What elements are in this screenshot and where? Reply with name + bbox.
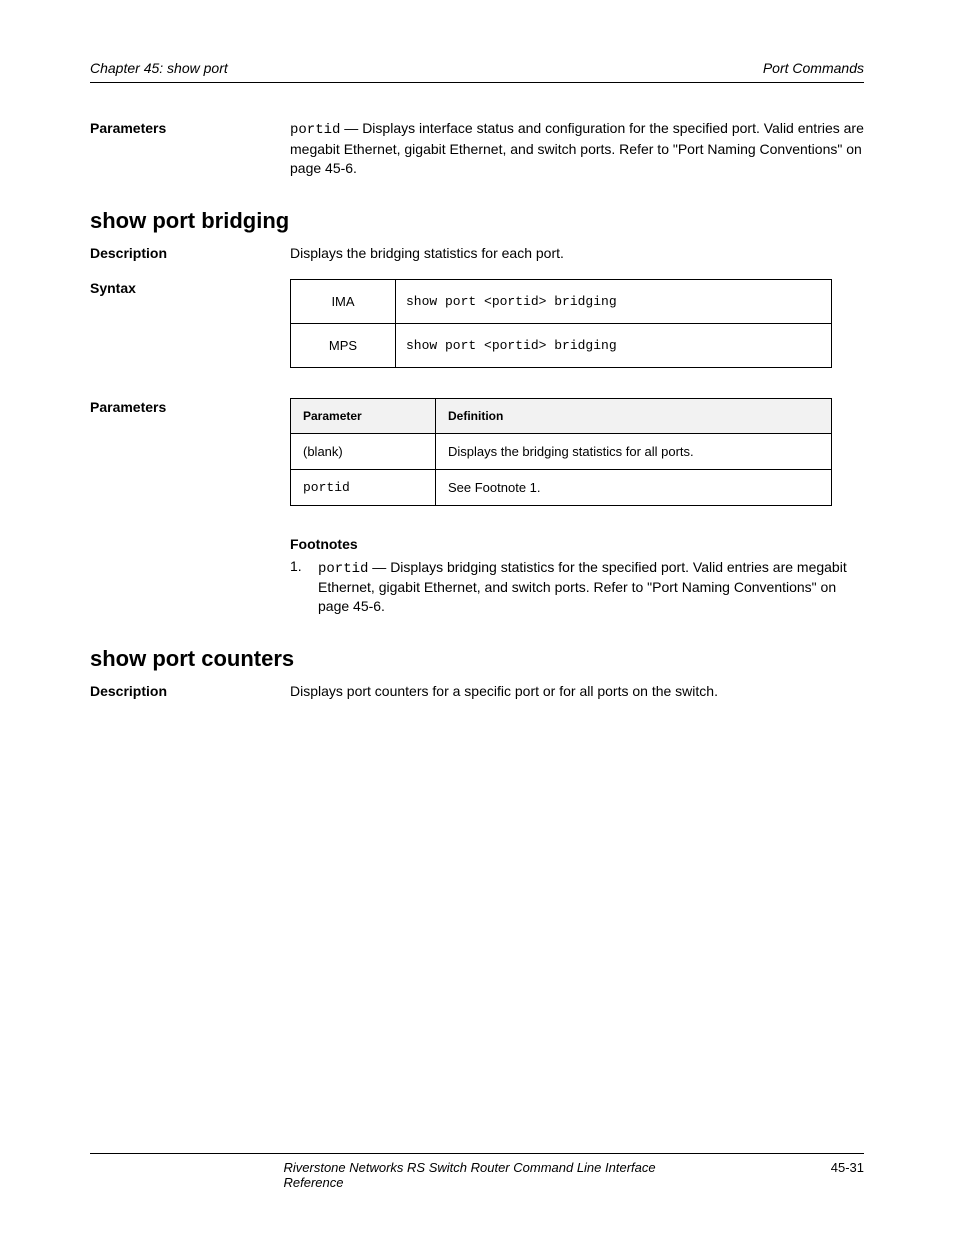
table-row: IMA show port <portid> bridging [291,279,832,323]
parm-def-cell: Displays the bridging statistics for all… [436,433,832,469]
parameters-table-0: Parameter Definition (blank) Displays th… [290,398,832,506]
parm-name-cell: portid [291,469,436,505]
syntax-def-cell: show port <portid> bridging [396,279,832,323]
footnote-mono: portid [318,561,368,577]
footnote-item: 1. portid — Displays bridging statistics… [290,558,864,617]
header-section: Port Commands [763,60,864,76]
syntax-block-0: Syntax IMA show port <portid> bridging M… [90,279,864,382]
parameters-block-0: Parameters Parameter Definition (blank) … [90,398,864,520]
parm-header-col1: Parameter [291,398,436,433]
footnote-text: portid — Displays bridging statistics fo… [318,558,864,617]
description-label-0: Description [90,244,280,261]
parameters-body-mono: portid [290,122,340,138]
parameters-block: Parameters portid — Displays interface s… [90,119,864,178]
section-title-bridging: show port bridging [90,208,864,234]
footnotes-block-0: Footnotes 1. portid — Displays bridging … [290,536,864,617]
footnote-body: — Displays bridging statistics for the s… [318,559,847,615]
syntax-def-cell: show port <portid> bridging [396,323,832,367]
syntax-label-0: Syntax [90,279,280,296]
description-label-1: Description [90,682,280,699]
syntax-type-cell: IMA [291,279,396,323]
table-row: portid See Footnote 1. [291,469,832,505]
footnote-number: 1. [290,558,318,617]
header-chapter: Chapter 45: show port [90,60,228,76]
footer-page-number: 45-31 [831,1160,864,1175]
description-body-0: Displays the bridging statistics for eac… [290,244,864,263]
table-row: MPS show port <portid> bridging [291,323,832,367]
syntax-type-cell: MPS [291,323,396,367]
page-footer: Riverstone Networks RS Switch Router Com… [90,1153,864,1175]
parameters-body: portid — Displays interface status and c… [290,119,864,178]
syntax-table-0: IMA show port <portid> bridging MPS show… [290,279,832,368]
description-block-1: Description Displays port counters for a… [90,682,864,701]
description-block-0: Description Displays the bridging statis… [90,244,864,263]
table-row: (blank) Displays the bridging statistics… [291,433,832,469]
table-header-row: Parameter Definition [291,398,832,433]
parm-name-cell: (blank) [291,433,436,469]
footer-center: Riverstone Networks RS Switch Router Com… [284,1160,671,1190]
parameters-body-text: — Displays interface status and configur… [290,120,864,176]
parameters-label-0: Parameters [90,398,280,415]
section-title-counters: show port counters [90,646,864,672]
parm-header-col2: Definition [436,398,832,433]
description-body-1: Displays port counters for a specific po… [290,682,864,701]
footnotes-label-0: Footnotes [290,536,864,552]
page-container: Chapter 45: show port Port Commands Para… [0,0,954,1235]
parm-def-cell: See Footnote 1. [436,469,832,505]
page-header: Chapter 45: show port Port Commands [90,60,864,83]
parameters-label: Parameters [90,119,280,136]
